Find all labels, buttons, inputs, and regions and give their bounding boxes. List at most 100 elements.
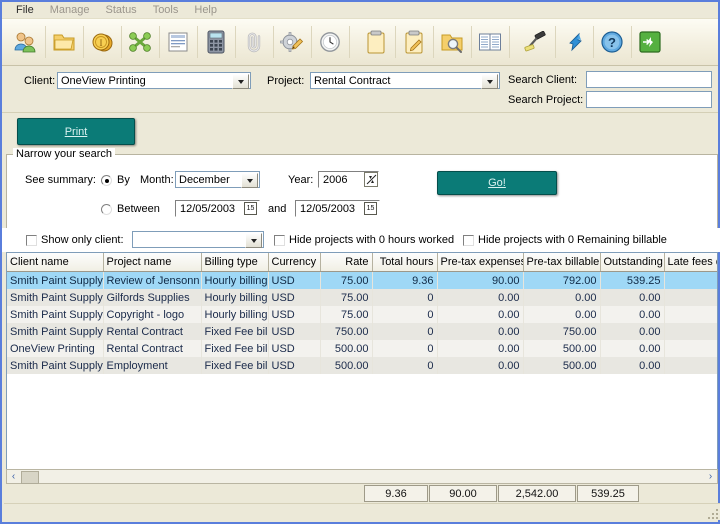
cell-latefees (664, 357, 717, 374)
table-row[interactable]: OneView Printing Rental Contract Fixed Fee… (7, 340, 717, 357)
hide-zero-billable-label: Hide projects with 0 Remaining billable (478, 234, 667, 246)
chevron-down-icon[interactable] (245, 233, 262, 248)
cell-billable: 750.00 (523, 323, 601, 340)
resize-grip-icon[interactable] (706, 507, 718, 519)
table-row[interactable]: Smith Paint Supply Gilfords Supplies Hourl… (7, 289, 717, 306)
column-header-outstanding[interactable]: Outstanding (600, 253, 665, 272)
search-client-input[interactable] (586, 71, 712, 88)
total-outstanding: 539.25 (577, 485, 639, 502)
toolbar-help-button[interactable]: ? (594, 23, 632, 61)
clipboard-edit-icon (404, 30, 424, 54)
table-row[interactable]: Smith Paint Supply Copyright - logo Hourly… (7, 306, 717, 323)
go-button[interactable]: Go! (437, 171, 557, 195)
column-header-project[interactable]: Project name (103, 253, 202, 272)
menu-item-manage[interactable]: Manage (42, 2, 98, 18)
document-icon (167, 31, 189, 53)
network-icon (128, 31, 152, 53)
chevron-down-icon[interactable] (241, 173, 258, 188)
toolbar-edit-entry-button[interactable] (396, 23, 434, 61)
toolbar-reports-button[interactable] (472, 23, 510, 61)
toolbar-billing-button[interactable]: I (84, 23, 122, 61)
calendar-icon[interactable]: 15 (364, 202, 377, 215)
show-only-client-select[interactable] (132, 231, 264, 248)
hide-zero-hours-checkbox[interactable] (274, 235, 285, 246)
chevron-down-icon[interactable] (481, 74, 498, 89)
by-label: By (117, 174, 130, 186)
scroll-left-arrow-icon[interactable]: ‹ (7, 470, 20, 483)
toolbar-attachments-button[interactable] (236, 23, 274, 61)
chevron-down-icon[interactable] (232, 74, 249, 89)
and-label: and (268, 203, 287, 215)
print-button[interactable]: Print (17, 118, 135, 145)
cell-outstanding: 0.00 (600, 306, 665, 323)
menu-item-file[interactable]: File (8, 2, 42, 18)
project-select[interactable]: Rental Contract (310, 72, 500, 89)
cell-project: Copyright - logo (103, 306, 202, 323)
cell-expenses: 0.00 (437, 323, 524, 340)
toolbar-clients-button[interactable] (8, 23, 46, 61)
column-header-currency[interactable]: Currency (268, 253, 321, 272)
toolbar-sync-button[interactable] (556, 23, 594, 61)
year-spinner[interactable]: 2006 (318, 171, 379, 188)
show-only-client-checkbox[interactable] (26, 235, 37, 246)
cell-latefees (664, 323, 717, 340)
column-header-billable[interactable]: Pre-tax billable (523, 253, 601, 272)
date-from-input[interactable]: 12/05/2003 15 (175, 200, 260, 217)
date-to-input[interactable]: 12/05/2003 15 (295, 200, 380, 217)
menu-item-help[interactable]: Help (186, 2, 225, 18)
column-header-latefees[interactable]: Late fees due (664, 253, 717, 272)
cell-billable: 792.00 (523, 271, 601, 289)
scrollbar-thumb[interactable] (21, 471, 39, 484)
client-select[interactable]: OneView Printing (57, 72, 251, 89)
cell-outstanding: 0.00 (600, 323, 665, 340)
toolbar-clipboard-button[interactable] (358, 23, 396, 61)
toolbar-exit-button[interactable] (632, 23, 668, 61)
sync-arrows-icon (562, 31, 586, 53)
column-header-rate[interactable]: Rate (320, 253, 373, 272)
horizontal-scrollbar[interactable]: ‹ › (6, 469, 718, 484)
calculator-icon (207, 30, 225, 54)
year-value: 2006 (323, 173, 348, 186)
project-label: Project: (267, 75, 305, 87)
column-header-expenses[interactable]: Pre-tax expenses (437, 253, 524, 272)
client-label: Client: (24, 75, 56, 87)
toolbar-projects-button[interactable] (46, 23, 84, 61)
totals-row: 9.36 90.00 2,542.00 539.25 (2, 485, 720, 503)
column-header-client[interactable]: Client name (7, 253, 104, 272)
toolbar-theme-button[interactable] (518, 23, 556, 61)
month-select[interactable]: December (175, 171, 260, 188)
radio-between[interactable] (101, 204, 112, 215)
toolbar-find-button[interactable] (434, 23, 472, 61)
table-row[interactable]: Smith Paint Supply Employment Fixed Fee bi… (7, 357, 717, 374)
search-project-input[interactable] (586, 91, 712, 108)
toolbar-calculator-button[interactable] (198, 23, 236, 61)
menu-item-tools[interactable]: Tools (145, 2, 187, 18)
column-header-billing[interactable]: Billing type (201, 253, 269, 272)
cell-currency: USD (268, 271, 321, 289)
toolbar-time-button[interactable] (312, 23, 350, 61)
calendar-icon[interactable]: 15 (244, 202, 257, 215)
cell-outstanding: 0.00 (600, 357, 665, 374)
toolbar-settings-button[interactable] (274, 23, 312, 61)
hide-zero-billable-checkbox[interactable] (463, 235, 474, 246)
table-row[interactable]: Smith Paint Supply Review of Jensonn Hourl… (7, 271, 717, 289)
toolbar-documents-button[interactable] (160, 23, 198, 61)
table-row[interactable]: Smith Paint Supply Rental Contract Fixed F… (7, 323, 717, 340)
exit-icon (638, 30, 662, 54)
client-select-value: OneView Printing (61, 74, 146, 87)
cell-client: OneView Printing (7, 340, 104, 357)
month-label: Month: (140, 174, 174, 186)
results-grid[interactable]: Client name Project name Billing type Curre… (6, 252, 718, 474)
cell-project: Review of Jensonn (103, 271, 202, 289)
radio-by[interactable] (101, 175, 112, 186)
cell-hours: 0 (372, 357, 438, 374)
cell-rate: 500.00 (320, 357, 373, 374)
paperclip-icon (242, 31, 266, 53)
spinner-icon[interactable] (364, 172, 378, 187)
report-icon (478, 31, 502, 53)
cell-expenses: 0.00 (437, 357, 524, 374)
toolbar-links-button[interactable] (122, 23, 160, 61)
menu-item-status[interactable]: Status (98, 2, 145, 18)
scroll-right-arrow-icon[interactable]: › (704, 470, 717, 483)
column-header-hours[interactable]: Total hours (372, 253, 438, 272)
